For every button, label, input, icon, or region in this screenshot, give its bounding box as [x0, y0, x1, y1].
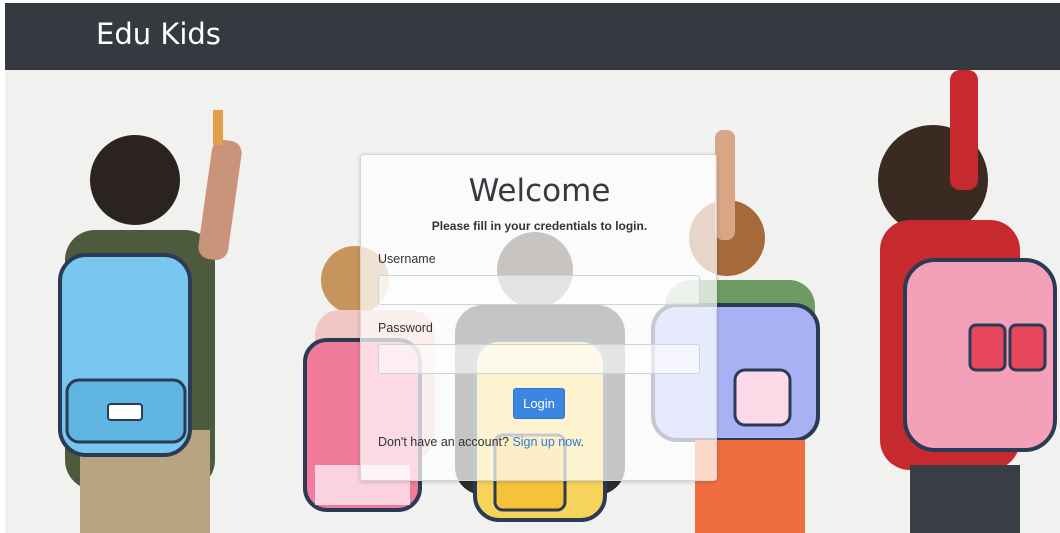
- password-label: Password: [378, 321, 433, 335]
- password-input[interactable]: [378, 344, 700, 374]
- username-input[interactable]: [378, 275, 700, 305]
- login-subtitle: Please fill in your credentials to login…: [431, 219, 648, 233]
- top-navbar: Edu Kids: [5, 3, 1060, 70]
- signup-prompt-text: Don't have an account?: [378, 435, 509, 449]
- signup-link[interactable]: Sign up now: [512, 435, 580, 449]
- username-label: Username: [378, 252, 436, 266]
- child-illustration-1: [58, 110, 242, 533]
- login-card: Welcome Please fill in your credentials …: [360, 154, 717, 481]
- welcome-title: Welcome: [468, 173, 611, 209]
- brand-logo-text[interactable]: Edu Kids: [96, 17, 221, 51]
- signup-prompt: Don't have an account? Sign up now.: [378, 435, 584, 449]
- login-button[interactable]: Login: [513, 388, 565, 419]
- child-illustration-5: [878, 70, 1057, 533]
- signup-suffix: .: [580, 435, 585, 449]
